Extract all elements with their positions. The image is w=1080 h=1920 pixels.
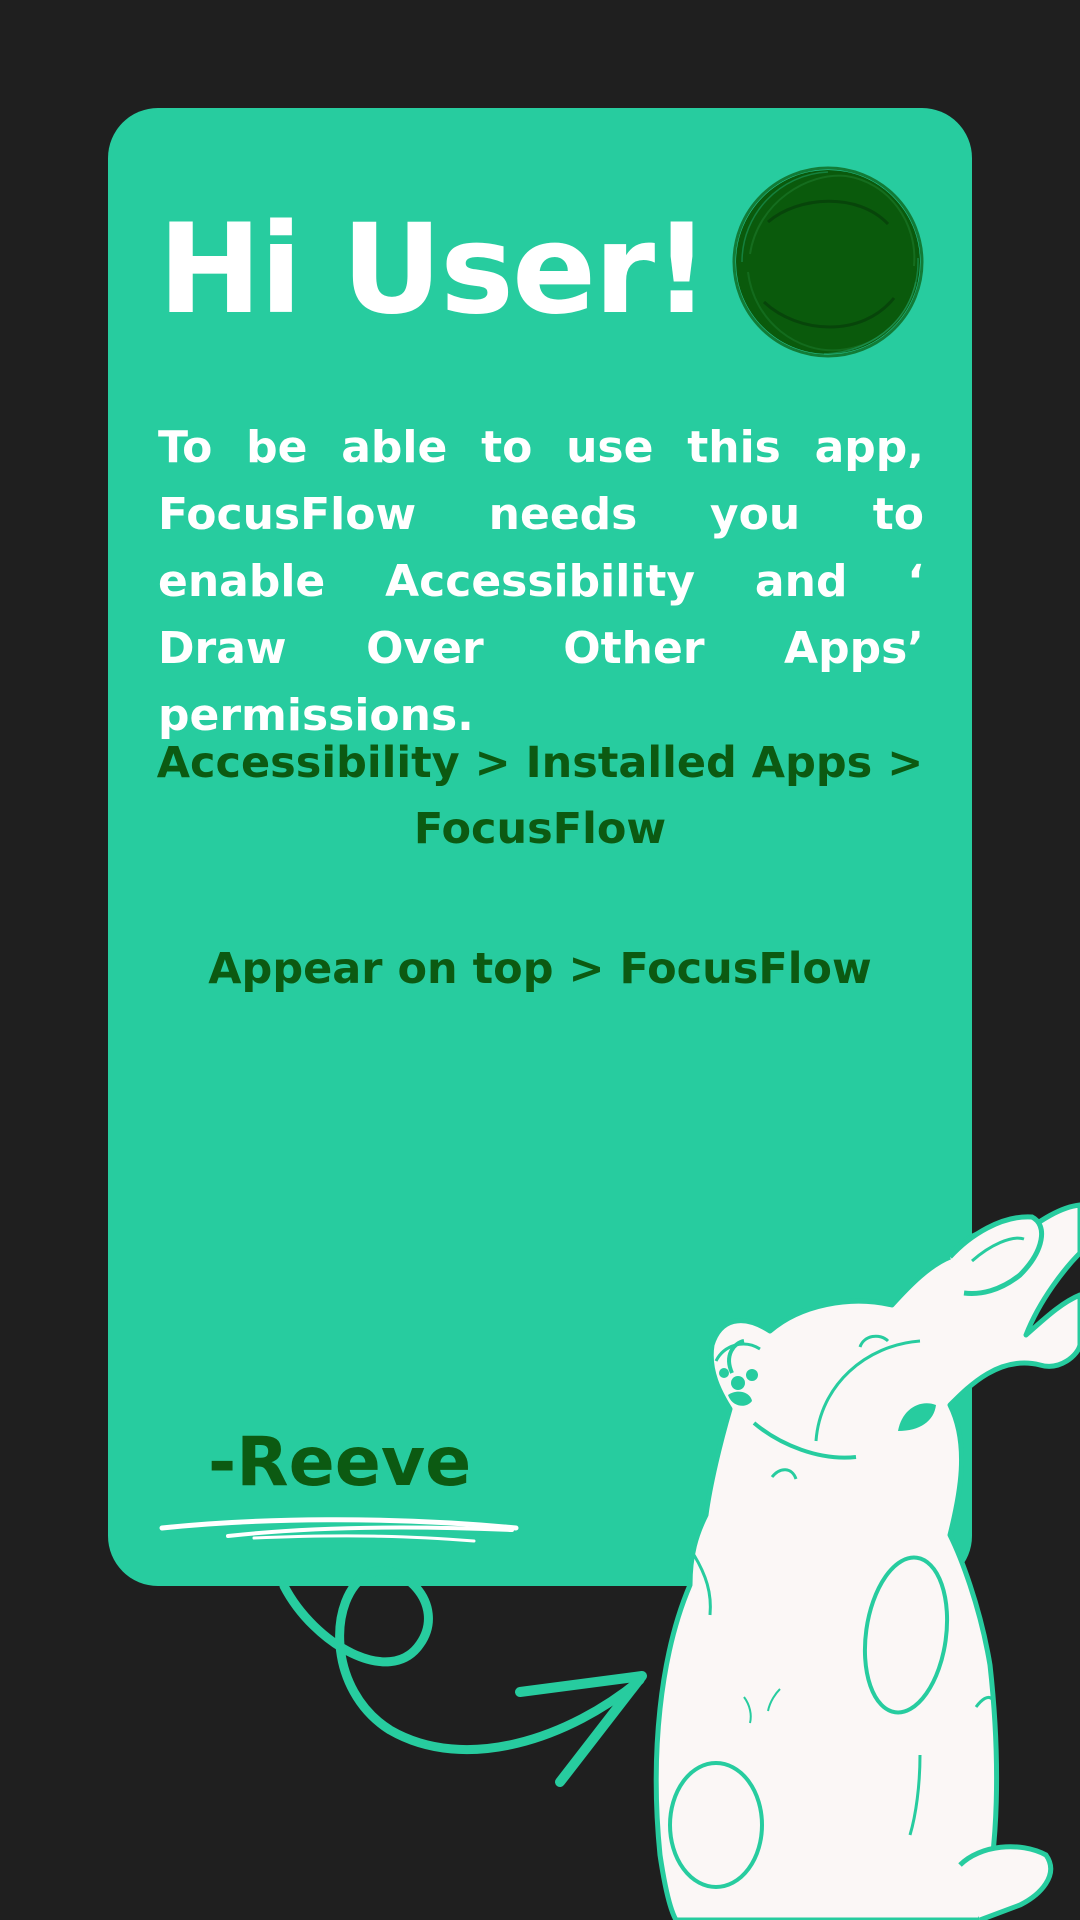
scribble-underline-icon <box>159 1517 519 1543</box>
curved-arrow-icon <box>279 1566 647 1787</box>
appear-on-top-settings-path: Appear on top > FocusFlow <box>208 944 872 994</box>
permission-instructions: To be able to use this app, FocusFlow ne… <box>158 422 924 741</box>
signature: -Reeve <box>208 1423 472 1502</box>
permission-screen: Hi User! To be able to use this app, Foc… <box>0 0 1080 1920</box>
accessibility-settings-path: Accessibility > Installed Apps > FocusFl… <box>156 738 924 854</box>
greeting-title: Hi User! <box>158 198 710 342</box>
avatar-icon[interactable] <box>728 162 928 362</box>
bunny-illustration <box>653 1202 1080 1920</box>
